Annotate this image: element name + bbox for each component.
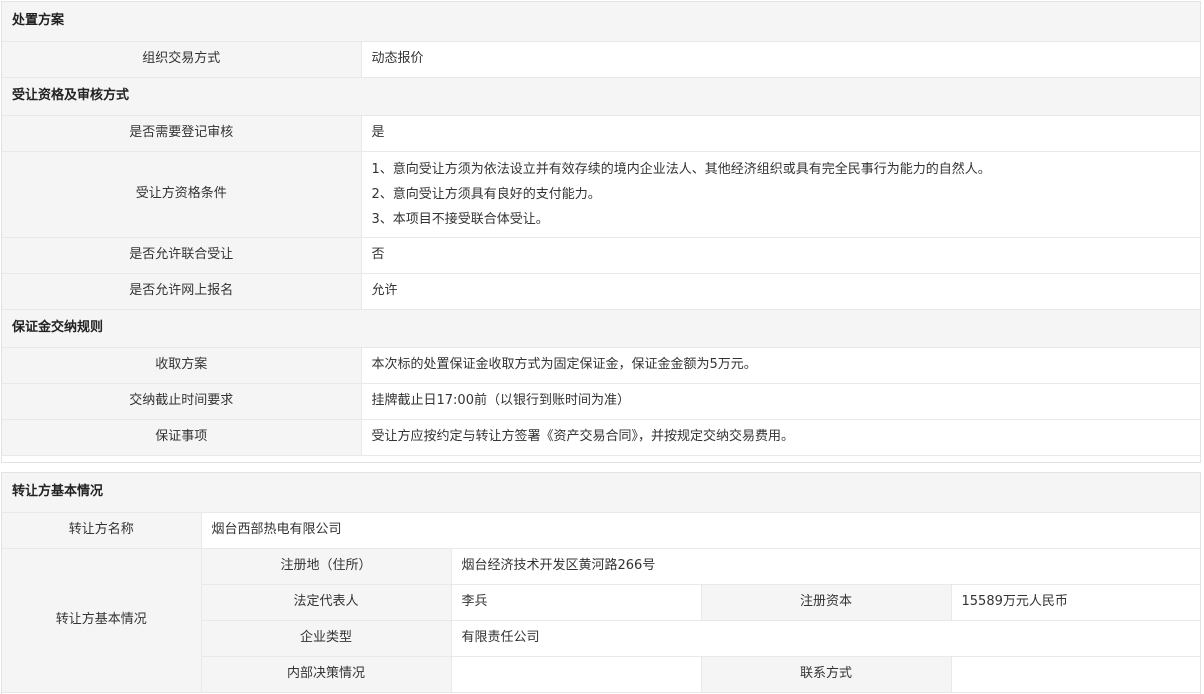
condition-line: 3、本项目不接受联合体受让。 [371,211,549,227]
transferor-name-label: 转让方名称 [2,511,202,549]
section-title-disposal: 处置方案 [2,2,1200,42]
disposal-table: 处置方案 组织交易方式 动态报价 受让资格及审核方式 是否需要登记审核 是 受让… [2,2,1200,456]
contact-label: 联系方式 [700,655,952,693]
legal-rep-label: 法定代表人 [201,583,452,621]
row-joint-transfer: 是否允许联合受让 否 [2,236,1200,274]
transferor-basic-label: 转让方基本情况 [2,547,202,693]
transferor-name-value: 烟台西部热电有限公司 [200,511,1200,549]
internal-decision-value [450,655,702,693]
row-address: 转让方基本情况 注册地（住所） 烟台经济技术开发区黄河路266号 [2,547,1200,693]
joint-transfer-label: 是否允许联合受让 [2,236,362,274]
section-header-qualification: 受让资格及审核方式 [2,76,1200,116]
registration-review-label: 是否需要登记审核 [2,114,362,152]
row-matters: 保证事项 受让方应按约定与转让方签署《资产交易合同》，并按规定交纳交易费用。 [2,418,1200,456]
legal-rep-value: 李兵 [450,583,702,621]
transferor-panel: 转让方基本情况 转让方名称 烟台西部热电有限公司 转让方基本情况 注册地（住所）… [1,472,1201,694]
row-trade-method: 组织交易方式 动态报价 [2,40,1200,78]
joint-transfer-value: 否 [360,236,1200,274]
internal-decision-label: 内部决策情况 [201,655,452,693]
section-header-deposit: 保证金交纳规则 [2,308,1200,348]
section-header-disposal: 处置方案 [2,2,1200,42]
collection-value: 本次标的处置保证金收取方式为固定保证金，保证金金额为5万元。 [360,346,1200,384]
company-type-label: 企业类型 [201,619,452,657]
row-online-signup: 是否允许网上报名 允许 [2,272,1200,310]
collection-label: 收取方案 [2,346,362,384]
trade-method-label: 组织交易方式 [2,40,362,78]
deadline-label: 交纳截止时间要求 [2,382,362,420]
row-transferor-name: 转让方名称 烟台西部热电有限公司 [2,511,1200,549]
address-value: 烟台经济技术开发区黄河路266号 [450,547,1200,585]
matters-label: 保证事项 [2,418,362,456]
row-deadline: 交纳截止时间要求 挂牌截止日17:00前（以银行到账时间为准） [2,382,1200,420]
online-signup-value: 允许 [360,272,1200,310]
registration-review-value: 是 [360,114,1200,152]
online-signup-label: 是否允许网上报名 [2,272,362,310]
contact-value [950,655,1200,693]
conditions-value: 1、意向受让方须为依法设立并有效存续的境内企业法人、其他经济组织或具有完全民事行… [360,150,1200,238]
conditions-label: 受让方资格条件 [2,150,362,238]
section-title-qualification: 受让资格及审核方式 [2,76,1200,116]
disposal-panel: 处置方案 组织交易方式 动态报价 受让资格及审核方式 是否需要登记审核 是 受让… [1,1,1201,463]
company-type-value: 有限责任公司 [450,619,1200,657]
row-conditions: 受让方资格条件 1、意向受让方须为依法设立并有效存续的境内企业法人、其他经济组织… [2,150,1200,238]
transferor-table: 转让方基本情况 转让方名称 烟台西部热电有限公司 转让方基本情况 注册地（住所）… [2,473,1200,693]
section-title-transferor: 转让方基本情况 [2,473,1200,513]
matters-value: 受让方应按约定与转让方签署《资产交易合同》，并按规定交纳交易费用。 [360,418,1200,456]
section-title-deposit: 保证金交纳规则 [2,308,1200,348]
condition-line: 1、意向受让方须为依法设立并有效存续的境内企业法人、其他经济组织或具有完全民事行… [371,161,991,177]
trade-method-value: 动态报价 [360,40,1200,78]
row-registration-review: 是否需要登记审核 是 [2,114,1200,152]
section-header-transferor: 转让方基本情况 [2,473,1200,513]
deadline-value: 挂牌截止日17:00前（以银行到账时间为准） [360,382,1200,420]
capital-label: 注册资本 [700,583,952,621]
capital-value: 15589万元人民币 [950,583,1200,621]
address-label: 注册地（住所） [200,547,452,585]
condition-line: 2、意向受让方须具有良好的支付能力。 [371,186,601,202]
row-collection: 收取方案 本次标的处置保证金收取方式为固定保证金，保证金金额为5万元。 [2,346,1200,384]
